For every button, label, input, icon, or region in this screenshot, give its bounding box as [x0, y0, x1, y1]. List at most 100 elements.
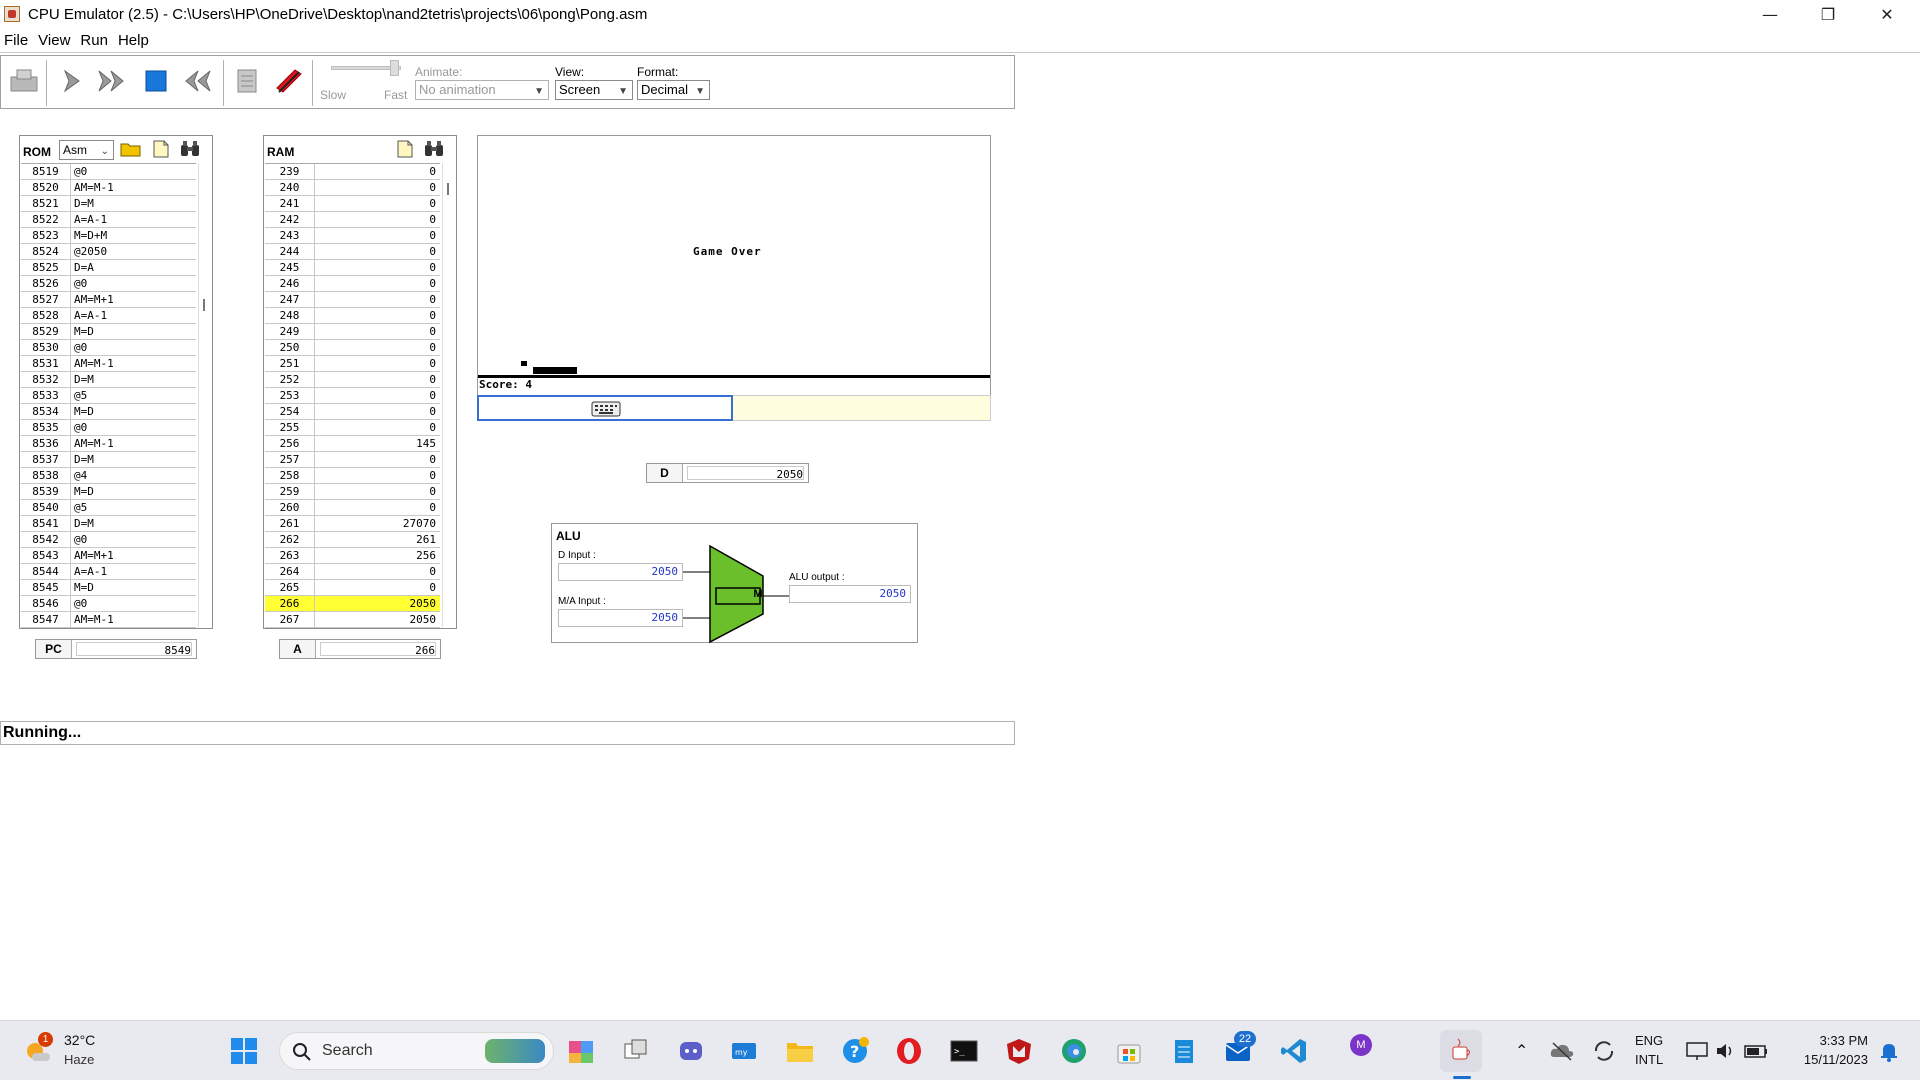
ram-value[interactable]: 256 — [315, 548, 439, 563]
a-value[interactable]: 266 — [320, 642, 436, 657]
fast-forward-icon[interactable] — [95, 64, 129, 98]
rom-value[interactable]: @0 — [71, 340, 195, 355]
binoculars-icon[interactable] — [421, 137, 447, 161]
pc-value[interactable]: 8549 — [76, 642, 192, 657]
rom-value[interactable]: D=M — [71, 196, 195, 211]
ram-value[interactable]: 0 — [315, 564, 439, 579]
ram-value[interactable]: 0 — [315, 388, 439, 403]
new-file-icon[interactable] — [148, 137, 174, 161]
rom-value[interactable]: @2050 — [71, 244, 195, 259]
ram-value[interactable]: 0 — [315, 164, 439, 179]
menu-run[interactable]: Run — [80, 32, 108, 49]
ram-row[interactable]: 241 0 — [265, 196, 440, 212]
rom-value[interactable]: D=M — [71, 452, 195, 467]
rom-row[interactable]: 8529 M=D — [21, 324, 196, 340]
menu-file[interactable]: File — [4, 32, 28, 49]
ram-row[interactable]: 263 256 — [265, 548, 440, 564]
menu-help[interactable]: Help — [118, 32, 149, 49]
help-icon[interactable]: ? — [839, 1035, 871, 1067]
show-hidden-icons-chevron-icon[interactable]: ⌃ — [1515, 1041, 1528, 1061]
ram-row[interactable]: 245 0 — [265, 260, 440, 276]
maximize-button[interactable]: ❐ — [1799, 0, 1857, 28]
teams-chat-icon[interactable] — [675, 1035, 707, 1067]
rom-row[interactable]: 8538 @4 — [21, 468, 196, 484]
rom-row[interactable]: 8539 M=D — [21, 484, 196, 500]
ram-row[interactable]: 254 0 — [265, 404, 440, 420]
binoculars-icon[interactable] — [177, 137, 203, 161]
mcafee-icon[interactable] — [1003, 1035, 1035, 1067]
profile-avatar[interactable]: M — [1345, 1029, 1377, 1061]
ram-value[interactable]: 0 — [315, 500, 439, 515]
ram-row[interactable]: 255 0 — [265, 420, 440, 436]
rom-row[interactable]: 8522 A=A-1 — [21, 212, 196, 228]
task-view-icon[interactable] — [620, 1035, 652, 1067]
edge-icon[interactable] — [1058, 1035, 1090, 1067]
ram-row[interactable]: 260 0 — [265, 500, 440, 516]
vscode-icon[interactable] — [1278, 1035, 1310, 1067]
rom-row[interactable]: 8525 D=A — [21, 260, 196, 276]
language-indicator[interactable]: ENG — [1635, 1033, 1663, 1048]
rom-row[interactable]: 8545 M=D — [21, 580, 196, 596]
ram-value[interactable]: 0 — [315, 340, 439, 355]
rewind-icon[interactable] — [180, 64, 214, 98]
ram-row[interactable]: 242 0 — [265, 212, 440, 228]
rom-mode-select[interactable]: Asm ⌄ — [59, 140, 114, 160]
ram-scroll-thumb[interactable] — [447, 183, 449, 195]
ram-row[interactable]: 244 0 — [265, 244, 440, 260]
ram-value[interactable]: 0 — [315, 372, 439, 387]
ram-row[interactable]: 249 0 — [265, 324, 440, 340]
rom-value[interactable]: AM=M+1 — [71, 292, 195, 307]
rom-row[interactable]: 8547 AM=M-1 — [21, 612, 196, 628]
ram-value[interactable]: 0 — [315, 228, 439, 243]
menu-view[interactable]: View — [38, 32, 70, 49]
java-app-icon[interactable] — [1440, 1030, 1482, 1072]
ram-value[interactable]: 0 — [315, 324, 439, 339]
ram-value[interactable]: 0 — [315, 452, 439, 467]
format-select[interactable]: Decimal ▼ — [637, 80, 710, 100]
rom-value[interactable]: @0 — [71, 596, 195, 611]
ram-row[interactable]: 243 0 — [265, 228, 440, 244]
rom-row[interactable]: 8546 @0 — [21, 596, 196, 612]
animate-select[interactable]: No animation ▼ — [415, 80, 549, 100]
rom-value[interactable]: @0 — [71, 420, 195, 435]
ram-row[interactable]: 258 0 — [265, 468, 440, 484]
rom-row[interactable]: 8520 AM=M-1 — [21, 180, 196, 196]
ram-value[interactable]: 0 — [315, 276, 439, 291]
rom-value[interactable]: @0 — [71, 164, 195, 179]
ram-value[interactable]: 0 — [315, 260, 439, 275]
ram-row[interactable]: 262 261 — [265, 532, 440, 548]
view-select[interactable]: Screen ▼ — [555, 80, 633, 100]
rom-value[interactable]: @4 — [71, 468, 195, 483]
file-explorer-icon[interactable] — [784, 1035, 816, 1067]
opera-icon[interactable] — [893, 1035, 925, 1067]
rom-value[interactable]: @5 — [71, 388, 195, 403]
rom-row[interactable]: 8531 AM=M-1 — [21, 356, 196, 372]
ram-row[interactable]: 261 27070 — [265, 516, 440, 532]
keyboard-input[interactable] — [477, 395, 733, 421]
open-folder-icon[interactable] — [118, 137, 144, 161]
ram-value[interactable]: 0 — [315, 244, 439, 259]
rom-row[interactable]: 8527 AM=M+1 — [21, 292, 196, 308]
rom-value[interactable]: @5 — [71, 500, 195, 515]
ram-row[interactable]: 267 2050 — [265, 612, 440, 628]
ram-row[interactable]: 239 0 — [265, 164, 440, 180]
rom-value[interactable]: M=D — [71, 324, 195, 339]
clock-time[interactable]: 3:33 PM — [1786, 1033, 1868, 1048]
clock-date[interactable]: 15/11/2023 — [1786, 1052, 1868, 1067]
stop-icon[interactable] — [139, 64, 173, 98]
ram-row[interactable]: 256 145 — [265, 436, 440, 452]
rom-row[interactable]: 8532 D=M — [21, 372, 196, 388]
rom-row[interactable]: 8534 M=D — [21, 404, 196, 420]
ram-value[interactable]: 27070 — [315, 516, 439, 531]
speed-slider-handle[interactable] — [390, 60, 399, 76]
rom-value[interactable]: M=D+M — [71, 228, 195, 243]
rom-value[interactable]: A=A-1 — [71, 212, 195, 227]
ram-row[interactable]: 248 0 — [265, 308, 440, 324]
ram-value[interactable]: 0 — [315, 580, 439, 595]
rom-value[interactable]: M=D — [71, 580, 195, 595]
rom-value[interactable]: @0 — [71, 276, 195, 291]
notifications-bell-icon[interactable] — [1873, 1035, 1905, 1067]
ram-row[interactable]: 253 0 — [265, 388, 440, 404]
rom-row[interactable]: 8541 D=M — [21, 516, 196, 532]
single-step-icon[interactable] — [55, 64, 89, 98]
